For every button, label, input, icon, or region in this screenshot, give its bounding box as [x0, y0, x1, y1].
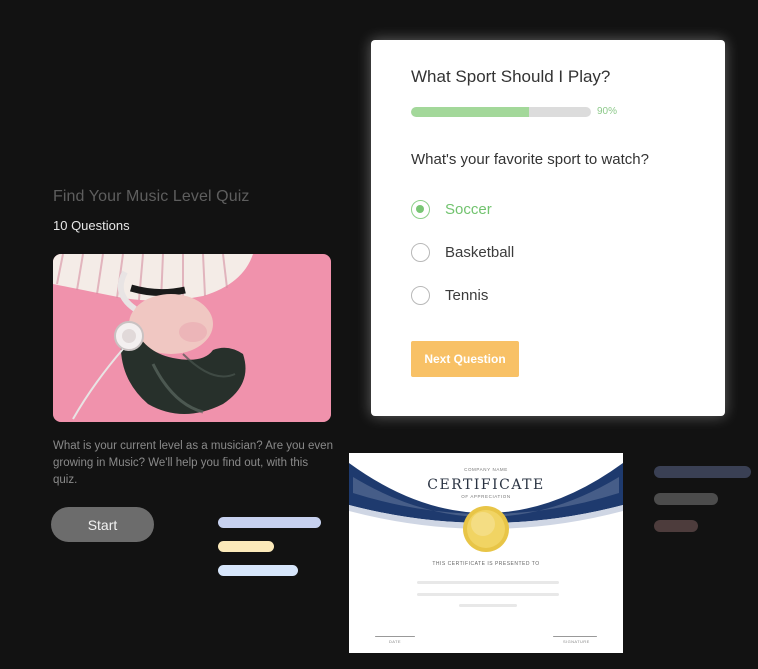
decorative-pill: [218, 517, 321, 528]
answer-options: Soccer Basketball Tennis: [411, 198, 514, 327]
quiz-intro: Find Your Music Level Quiz 10 Questions: [53, 188, 333, 233]
next-question-button[interactable]: Next Question: [411, 341, 519, 377]
option-label: Tennis: [445, 286, 489, 304]
decorative-pill: [218, 565, 298, 576]
quiz-intro-title: Find Your Music Level Quiz: [53, 188, 250, 205]
gold-medal-icon: [463, 506, 509, 552]
radio-unchecked-icon[interactable]: [411, 242, 430, 262]
decorative-pill: [654, 466, 751, 478]
girl-with-headphones-illustration: [53, 254, 331, 422]
quiz-card: What Sport Should I Play? 90% What's you…: [371, 40, 725, 416]
option-soccer[interactable]: Soccer: [411, 198, 514, 220]
quiz-description: What is your current level as a musician…: [53, 440, 333, 486]
radio-unchecked-icon[interactable]: [411, 285, 430, 305]
certificate-title: CERTIFICATE: [427, 477, 545, 493]
certificate-signature-label: SIGNATURE: [563, 639, 590, 644]
certificate-name-line: [417, 593, 559, 596]
certificate-presented-text: THIS CERTIFICATE IS PRESENTED TO: [432, 561, 540, 567]
quiz-cover-image: [53, 254, 331, 422]
progress-bar: [411, 107, 591, 117]
option-label: Basketball: [445, 243, 515, 261]
certificate-subtitle: OF APPRECIATION: [461, 494, 511, 499]
certificate-name-line: [459, 604, 517, 607]
option-tennis[interactable]: Tennis: [411, 284, 514, 306]
option-label: Soccer: [445, 200, 492, 218]
progress-label: 90%: [597, 106, 618, 117]
date-line: [375, 636, 415, 637]
progress-bar-fill: [411, 107, 530, 117]
certificate-company: COMPANY NAME: [464, 467, 508, 472]
certificate-date-label: DATE: [389, 639, 401, 644]
start-button[interactable]: Start: [51, 507, 154, 542]
question-text: What's your favorite sport to watch?: [411, 151, 649, 168]
certificate-preview: COMPANY NAME CERTIFICATE OF APPRECIATION…: [349, 453, 623, 653]
option-basketball[interactable]: Basketball: [411, 241, 514, 263]
quiz-title: What Sport Should I Play?: [411, 67, 611, 86]
decorative-pill: [218, 541, 274, 552]
signature-line: [553, 636, 597, 637]
decorative-pill: [654, 493, 718, 505]
certificate-name-line: [417, 581, 559, 584]
question-count: 10 Questions: [53, 218, 130, 233]
radio-checked-icon[interactable]: [411, 199, 430, 219]
decorative-pill: [654, 520, 698, 532]
